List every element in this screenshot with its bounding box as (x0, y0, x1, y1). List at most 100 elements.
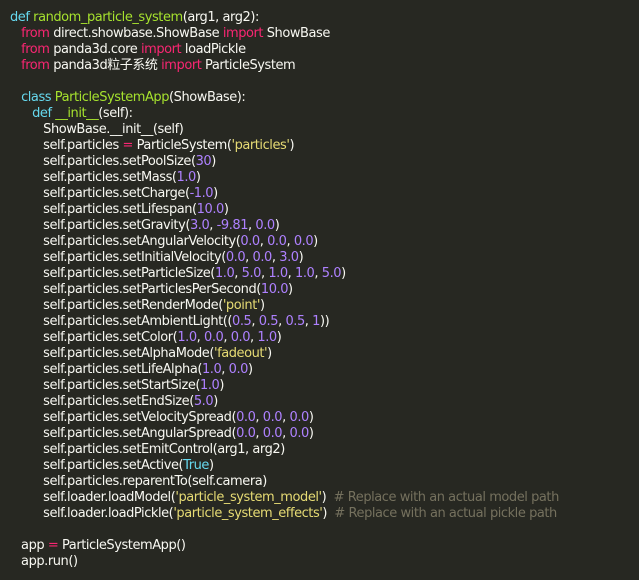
code-line: self.loader.loadModel('particle_system_m… (10, 490, 639, 506)
code-line: self.particles.setVelocitySpread(0.0, 0.… (10, 410, 639, 426)
code-token: , (282, 410, 290, 425)
code-line: self.particles.setParticlesPerSecond(10.… (10, 282, 639, 298)
code-token: , (223, 330, 231, 345)
code-token: ) (208, 458, 214, 473)
code-token: self.particles.reparentTo(self.camera) (10, 474, 267, 489)
code-token: 10.0 (196, 202, 225, 217)
code-token: 0.5 (285, 314, 305, 329)
code-token: self.particles.setEmitControl(arg1, arg2… (10, 442, 285, 457)
code-token: self.particles.setLifeAlpha( (10, 362, 202, 377)
code-token: 5.0 (241, 266, 262, 281)
code-token: app.run() (10, 554, 78, 569)
code-token: ) (321, 490, 334, 505)
code-token: 30 (195, 154, 212, 169)
code-token: ) (213, 186, 218, 201)
code-token: self.particles.setEndSize( (10, 394, 194, 409)
code-token: 1.0 (177, 330, 197, 345)
code-token: = (47, 538, 59, 553)
code-line: self.particles.setAngularSpread( 0.0, 0.0… (10, 426, 639, 442)
code-token: self.particles.setMass( (10, 170, 177, 185)
code-token: 0.0 (225, 250, 246, 265)
code-token: ParticleSystemApp() (58, 538, 186, 553)
code-token: , (255, 426, 263, 441)
code-line: self.particles.setGravity(3.0, -9.81, 0.… (10, 218, 639, 234)
code-line: self.particles.setPoolSize(30) (10, 154, 639, 170)
code-token: self.particles.setActive( (10, 458, 184, 473)
code-token: 1.0 (295, 266, 315, 281)
code-line: from panda3d粒子系统 import ParticleSystem (10, 58, 639, 74)
code-token: self.particles (10, 138, 123, 153)
code-token: 0.0 (204, 330, 224, 345)
code-token: 0.0 (267, 234, 287, 249)
code-token: , (251, 314, 259, 329)
code-token: self.particles.setAngularVelocity( (10, 234, 241, 249)
code-token: 1.0 (201, 362, 222, 377)
code-token: )) (319, 314, 330, 329)
code-token: 0.0 (262, 426, 283, 441)
code-token: 1.0 (200, 378, 220, 393)
code-token: ) (195, 170, 201, 185)
code-token: self.particles.setAlphaMode( (10, 346, 214, 361)
code-token: self.particles.setAmbientLight(( (10, 314, 233, 329)
code-token: , (287, 266, 296, 281)
code-token: ParticleSystem( (132, 138, 232, 153)
code-token: ShowBase (263, 26, 331, 41)
code-token: 1.0 (268, 266, 288, 281)
code-token: ParticleSystemApp (54, 90, 170, 105)
code-token: ) (288, 282, 293, 297)
code-line: self.particles.setParticleSize(1.0, 5.0,… (10, 266, 639, 282)
code-token: # Replace with an actual pickle path (334, 506, 557, 521)
code-token: self.particles.setCharge( (10, 186, 190, 201)
code-token: self.particles.setPoolSize( (10, 154, 196, 169)
code-token: ) (308, 410, 314, 425)
code-token: , (221, 362, 229, 377)
code-token: 0.0 (289, 426, 310, 441)
code-token: ) (298, 250, 304, 265)
code-block: def random_particle_system(arg1, arg2): … (10, 10, 639, 570)
code-token: ) (274, 218, 280, 233)
code-token: self.particles.setParticlesPerSecond( (10, 282, 261, 297)
code-token: self.particles.setAngularSpread( (10, 426, 237, 441)
code-token: -9.81 (216, 218, 249, 233)
code-token: ) (259, 298, 265, 313)
code-token: ) (211, 154, 216, 169)
code-token: True (183, 458, 209, 473)
code-token: , (234, 266, 242, 281)
code-token: ParticleSystem (201, 58, 296, 73)
code-token: (ShowBase): (169, 90, 246, 105)
code-token: from (21, 58, 50, 73)
code-token: ) (322, 506, 335, 521)
code-token: (arg1, arg2): (182, 10, 260, 25)
code-token: 'particle_system_model' (175, 490, 322, 505)
code-token: = (122, 138, 133, 153)
code-token: -1.0 (189, 186, 214, 201)
code-line: self.particles.setRenderMode('point') (10, 298, 639, 314)
code-token: , (282, 426, 290, 441)
code-token: loadPickle (181, 42, 246, 57)
code-line: from panda3d.core import loadPickle (10, 42, 639, 58)
code-token: 0.0 (255, 218, 275, 233)
code-token: ) (267, 346, 272, 361)
code-token: 1.0 (257, 330, 277, 345)
code-token: 0.0 (230, 330, 251, 345)
code-token: ) (223, 202, 229, 217)
code-token: , (209, 218, 217, 233)
code-line: self.particles.setAlphaMode('fadeout') (10, 346, 639, 362)
code-token: 1.0 (214, 266, 235, 281)
code-token: self.particles.setInitialVelocity( (10, 250, 226, 265)
code-token: 0.0 (252, 250, 273, 265)
code-editor[interactable]: def random_particle_system(arg1, arg2): … (0, 0, 639, 580)
code-token: import (222, 26, 264, 41)
code-token: def (32, 106, 52, 121)
code-token: , (245, 250, 253, 265)
code-line: self.loader.loadPickle('particle_system_… (10, 506, 639, 522)
code-token: 1 (312, 314, 320, 329)
code-token: 0.0 (293, 234, 314, 249)
code-token: class (21, 90, 52, 105)
code-line: self.particles.setEmitControl(arg1, arg2… (10, 442, 639, 458)
code-line: self.particles = ParticleSystem('particl… (10, 138, 639, 154)
code-token: self.loader.loadPickle( (10, 506, 174, 521)
code-token: 0.0 (236, 410, 256, 425)
